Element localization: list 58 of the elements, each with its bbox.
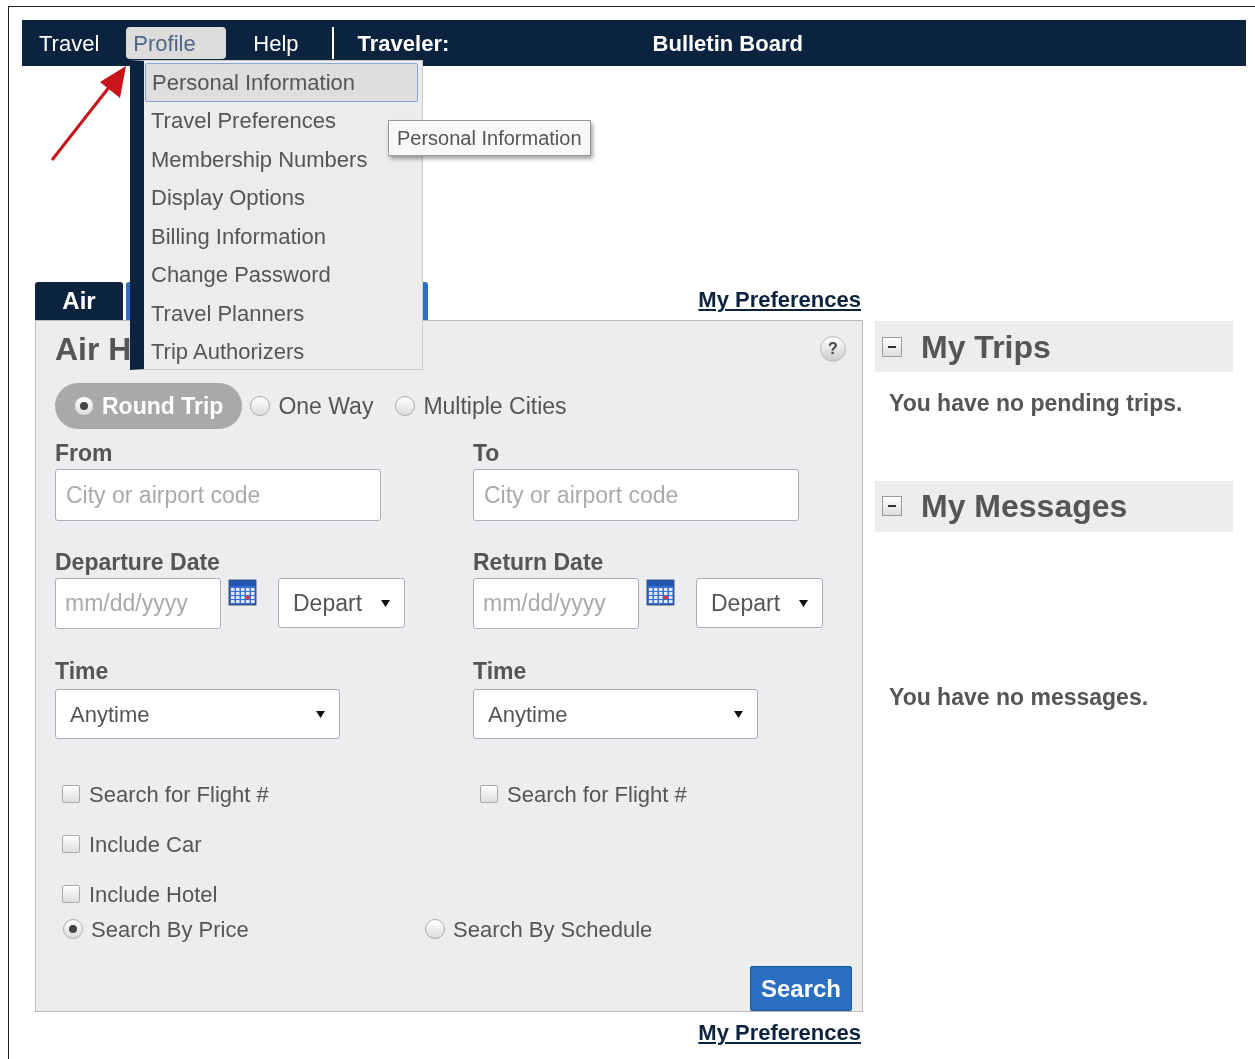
radio-button[interactable]: [250, 396, 271, 416]
airport-field[interactable]: City or airport code: [55, 469, 381, 521]
menu-item[interactable]: Help: [246, 27, 306, 59]
menu-option[interactable]: Change Password: [145, 255, 418, 294]
tab[interactable]: Air: [35, 282, 123, 320]
caret-icon: [381, 599, 390, 607]
option-checkbox[interactable]: Search for Flight #: [62, 769, 473, 819]
collapse-icon[interactable]: [882, 496, 902, 516]
field-label: Time: [473, 657, 528, 686]
date-field[interactable]: mm/dd/yyyy: [473, 578, 639, 629]
help-icon[interactable]: ?: [820, 336, 846, 362]
depart-select[interactable]: Depart: [278, 578, 405, 628]
field-label: Return Date: [473, 548, 605, 577]
menu-item[interactable]: Profile: [126, 27, 227, 59]
tooltip: Personal Information: [388, 120, 591, 156]
section-message: You have no messages.: [888, 682, 1150, 712]
radio-button[interactable]: [425, 919, 445, 939]
section-title: My Messages: [921, 487, 1128, 526]
section-title: My Trips: [921, 327, 1051, 367]
radio-button[interactable]: [395, 396, 416, 416]
panel-title: Air H: [55, 330, 132, 369]
time-select[interactable]: Anytime: [55, 689, 340, 739]
field-label: Time: [55, 657, 110, 686]
caret-icon: [799, 599, 808, 607]
checkbox[interactable]: [62, 785, 80, 803]
option-checkbox[interactable]: Search for Flight #: [480, 769, 844, 819]
calendar-icon[interactable]: [646, 578, 676, 606]
menu-item[interactable]: Travel: [32, 27, 107, 59]
collapse-icon[interactable]: [882, 336, 902, 357]
radio-button[interactable]: [63, 919, 83, 939]
option-checkbox[interactable]: Include Car: [62, 819, 473, 869]
preferences-link[interactable]: My Preferences: [698, 1016, 861, 1049]
time-select[interactable]: Anytime: [473, 689, 758, 739]
checkbox[interactable]: [480, 785, 498, 803]
field-label: Departure Date: [55, 548, 221, 577]
caret-icon: [734, 710, 743, 718]
trip-type-option[interactable]: Multiple Cities: [395, 383, 567, 429]
traveler-label: Traveler:: [357, 29, 451, 58]
search-button[interactable]: Search: [750, 966, 852, 1011]
checkbox[interactable]: [62, 885, 80, 903]
menu-option[interactable]: Personal Information: [145, 63, 418, 102]
caret-icon: [316, 710, 325, 718]
radio-button[interactable]: [74, 396, 94, 416]
trip-type-option[interactable]: One Way: [250, 383, 374, 429]
menu-option[interactable]: Travel Planners: [145, 294, 418, 333]
airport-field[interactable]: City or airport code: [473, 469, 799, 521]
section-message: You have no pending trips.: [888, 389, 1184, 418]
checkbox[interactable]: [62, 835, 80, 853]
depart-select[interactable]: Depart: [696, 578, 823, 628]
menu-option[interactable]: Trip Authorizers: [145, 332, 418, 371]
menu-option[interactable]: Display Options: [145, 178, 418, 217]
preferences-link[interactable]: My Preferences: [698, 283, 861, 316]
field-label: From: [55, 439, 114, 468]
page-title: Bulletin Board: [652, 29, 803, 58]
field-label: To: [473, 439, 501, 468]
menu-option[interactable]: Billing Information: [145, 217, 418, 256]
date-field[interactable]: mm/dd/yyyy: [55, 578, 221, 629]
calendar-icon[interactable]: [228, 578, 258, 606]
